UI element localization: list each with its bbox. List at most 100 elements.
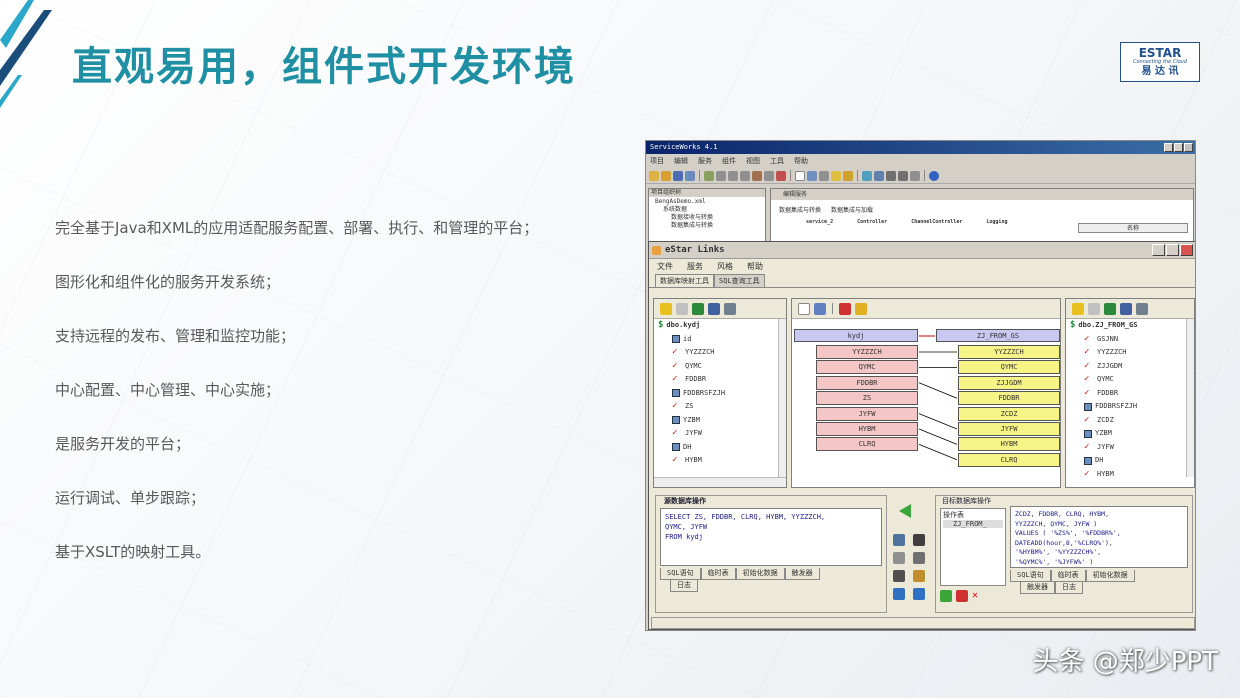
mapping-link[interactable]: [918, 444, 958, 461]
field-item[interactable]: ✓ FDDBR: [658, 373, 786, 387]
new-icon[interactable]: [649, 170, 659, 181]
table-icon[interactable]: [708, 302, 720, 315]
tab-init-data[interactable]: 初始化数据: [1085, 570, 1135, 582]
field-item[interactable]: DH: [1070, 454, 1194, 468]
table-icon[interactable]: [1120, 302, 1132, 315]
tab-log[interactable]: 日志: [1055, 582, 1083, 594]
monitor-icon[interactable]: [898, 170, 908, 181]
tree-item[interactable]: ZJ_FROM_: [943, 520, 1003, 528]
target-field[interactable]: QYMC: [958, 360, 1060, 375]
tree-item[interactable]: 数据集成与转换: [651, 222, 763, 230]
tab-init-data[interactable]: 初始化数据: [735, 568, 785, 580]
tab-db-mapping[interactable]: 数据库映射工具: [655, 274, 714, 287]
field-item[interactable]: ✓ YYZZZCH: [1070, 346, 1194, 360]
vertical-scrollbar[interactable]: [1186, 319, 1194, 477]
stop-icon[interactable]: [956, 590, 968, 602]
settings-icon[interactable]: [893, 552, 905, 564]
source-field[interactable]: HYBM: [816, 422, 918, 436]
document-icon[interactable]: [795, 170, 805, 181]
menu-view[interactable]: 视图: [746, 154, 760, 168]
monitor-icon[interactable]: [874, 170, 884, 181]
tree-item[interactable]: 系统数据: [651, 206, 763, 214]
tab-sql[interactable]: SQL语句: [660, 568, 701, 580]
close-icon[interactable]: ✕: [972, 590, 978, 602]
database-icon[interactable]: [1104, 302, 1116, 315]
field-item[interactable]: ✓ GSJNN: [1070, 333, 1194, 347]
tree-item[interactable]: 操作表: [943, 510, 1003, 520]
link-tool-icon[interactable]: [814, 302, 826, 315]
tab-data-receive[interactable]: 数据集成与转换: [779, 205, 821, 214]
tree-root[interactable]: $ dbo.ZJ_FROM_GS: [1070, 319, 1194, 333]
arrow-left-icon[interactable]: [899, 504, 911, 518]
tab-sql[interactable]: SQL语句: [1010, 570, 1051, 582]
target-field[interactable]: CLRQ: [958, 452, 1060, 467]
clipboard-icon[interactable]: [913, 570, 925, 582]
menu-tools[interactable]: 工具: [770, 154, 784, 168]
paste-icon[interactable]: [913, 552, 925, 564]
component-icon[interactable]: [764, 170, 774, 181]
field-item[interactable]: ✓ JYFW: [1070, 441, 1194, 455]
save-icon[interactable]: [673, 170, 683, 181]
database-icon[interactable]: [692, 302, 704, 315]
target-field[interactable]: ZJJGDM: [958, 375, 1060, 390]
save-all-icon[interactable]: [685, 170, 695, 181]
delete-link-icon[interactable]: [839, 302, 851, 315]
redo-icon[interactable]: [913, 588, 925, 600]
field-item[interactable]: DH: [658, 441, 786, 455]
help-icon[interactable]: [929, 170, 939, 181]
tree-item[interactable]: 数据接收与转换: [651, 214, 763, 222]
tab-data-load[interactable]: 数据集成与加载: [831, 205, 873, 214]
source-field[interactable]: CLRQ: [816, 437, 918, 452]
settings-icon[interactable]: [1136, 302, 1148, 315]
target-table-header[interactable]: ZJ_FROM_GS: [936, 329, 1060, 342]
target-field[interactable]: YYZZZCH: [958, 345, 1060, 359]
refresh-icon[interactable]: [1088, 302, 1100, 315]
menu-service[interactable]: 服务: [687, 259, 703, 274]
save-icon[interactable]: [913, 534, 925, 546]
field-item[interactable]: ✓ ZCDZ: [1070, 414, 1194, 428]
component-icon[interactable]: [752, 170, 762, 181]
menu-edit[interactable]: 编辑: [674, 154, 688, 168]
maximize-button[interactable]: [1166, 244, 1179, 256]
tab-trigger[interactable]: 触发器: [784, 568, 820, 580]
menu-help[interactable]: 帮助: [747, 259, 763, 274]
deploy-icon[interactable]: [704, 170, 714, 181]
menu-file[interactable]: 文件: [657, 259, 673, 274]
target-field[interactable]: FDDBR: [958, 391, 1060, 406]
execute-icon[interactable]: [940, 590, 952, 602]
tree-item[interactable]: BengAsDemo.xml: [651, 198, 763, 206]
menu-style[interactable]: 风格: [717, 259, 733, 274]
copy-icon[interactable]: [893, 534, 905, 546]
folder-icon[interactable]: [843, 170, 853, 181]
source-field[interactable]: FDDBR: [816, 375, 918, 390]
field-item[interactable]: ✓ QYMC: [658, 360, 786, 374]
component-icon[interactable]: [716, 170, 726, 181]
close-button[interactable]: [1180, 244, 1193, 256]
tab-sql-query[interactable]: SQL查询工具: [714, 274, 765, 287]
field-item[interactable]: ✓ ZS: [658, 400, 786, 414]
auto-map-icon[interactable]: [855, 302, 867, 315]
horizontal-scrollbar[interactable]: [654, 477, 786, 487]
target-field[interactable]: JYFW: [958, 422, 1060, 436]
menu-project[interactable]: 项目: [650, 154, 664, 168]
field-item[interactable]: FDDBRSFZJH: [658, 387, 786, 401]
field-item[interactable]: FDDBRSFZJH: [1070, 400, 1194, 414]
component-icon[interactable]: [776, 170, 786, 181]
field-item[interactable]: YZBM: [658, 414, 786, 428]
mapping-link[interactable]: [918, 413, 958, 430]
source-field[interactable]: JYFW: [816, 406, 918, 421]
target-field[interactable]: ZCDZ: [958, 406, 1060, 421]
cut-icon[interactable]: [893, 570, 905, 582]
vertical-scrollbar[interactable]: [778, 319, 786, 477]
folder-icon[interactable]: [831, 170, 841, 181]
minimize-button[interactable]: [1152, 244, 1165, 256]
source-field[interactable]: ZS: [816, 391, 918, 406]
field-item[interactable]: ✓ QYMC: [1070, 373, 1194, 387]
settings-icon[interactable]: [724, 302, 736, 315]
menu-service[interactable]: 服务: [698, 154, 712, 168]
source-field[interactable]: YYZZZCH: [816, 345, 918, 359]
open-icon[interactable]: [661, 170, 671, 181]
component-icon[interactable]: [728, 170, 738, 181]
debug-icon[interactable]: [819, 170, 829, 181]
tab-trigger[interactable]: 触发器: [1020, 582, 1055, 594]
